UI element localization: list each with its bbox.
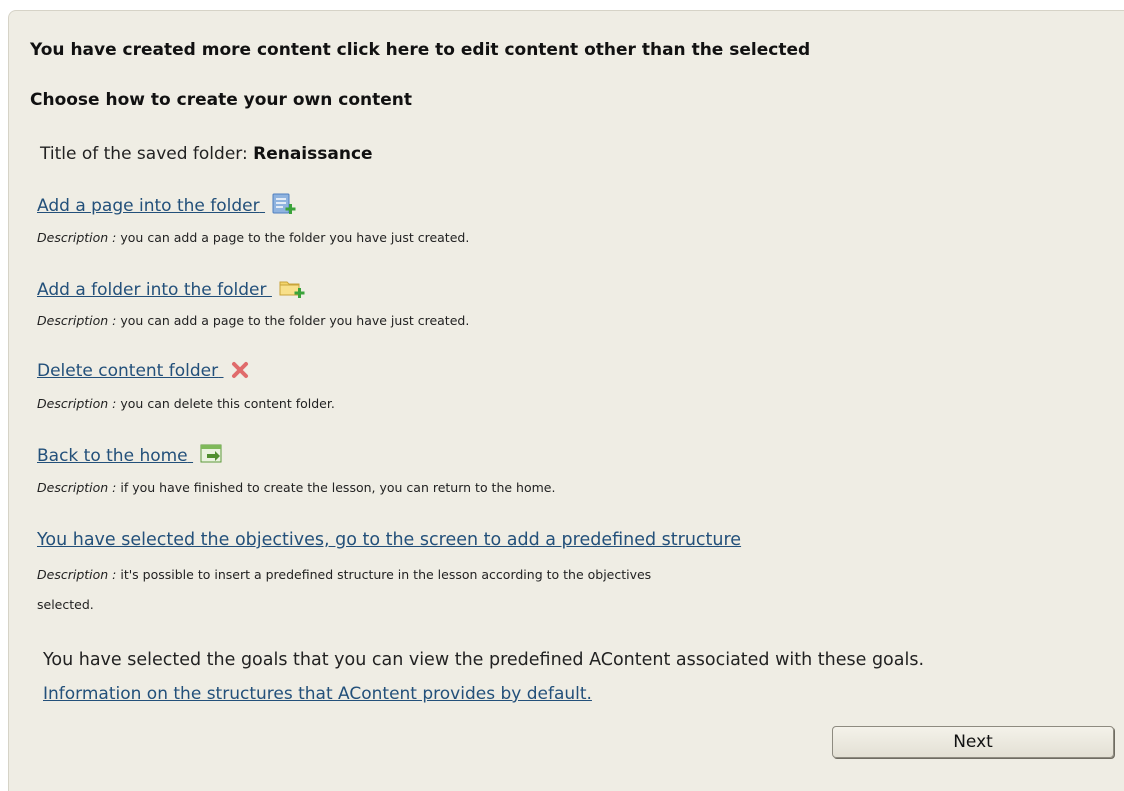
- back-home-description: Description : if you have finished to cr…: [37, 480, 556, 495]
- goals-note: You have selected the goals that you can…: [43, 650, 925, 670]
- saved-folder-title: Title of the saved folder: Renaissance: [40, 144, 373, 164]
- back-home-icon[interactable]: [199, 443, 227, 470]
- choose-content-heading: Choose how to create your own content: [30, 90, 412, 110]
- add-page-icon[interactable]: [271, 193, 297, 220]
- more-content-heading[interactable]: You have created more content click here…: [30, 40, 810, 60]
- predefined-structure-description-cont: selected.: [37, 597, 94, 612]
- delete-icon[interactable]: [230, 360, 252, 385]
- back-home-action: Back to the home: [37, 443, 227, 470]
- add-page-link[interactable]: Add a page into the folder: [37, 193, 297, 216]
- add-folder-link[interactable]: Add a folder into the folder: [37, 280, 306, 300]
- add-page-action: Add a page into the folder: [37, 193, 297, 220]
- predefined-structure-link[interactable]: You have selected the objectives, go to …: [37, 530, 741, 550]
- saved-folder-label: Title of the saved folder:: [40, 144, 248, 164]
- add-page-description: Description : you can add a page to the …: [37, 230, 470, 245]
- saved-folder-name: Renaissance: [253, 144, 373, 164]
- structures-info-link[interactable]: Information on the structures that ACont…: [43, 684, 592, 704]
- delete-folder-link[interactable]: Delete content folder: [37, 361, 252, 381]
- delete-folder-action: Delete content folder: [37, 360, 252, 385]
- info-link-wrap: Information on the structures that ACont…: [43, 684, 592, 704]
- next-button[interactable]: Next: [832, 726, 1114, 758]
- predefined-structure-description: Description : it's possible to insert a …: [37, 567, 652, 582]
- delete-folder-description: Description : you can delete this conten…: [37, 396, 335, 411]
- add-folder-action: Add a folder into the folder: [37, 277, 306, 304]
- back-home-link[interactable]: Back to the home: [37, 444, 227, 466]
- predefined-structure-action: You have selected the objectives, go to …: [37, 530, 741, 550]
- add-folder-icon[interactable]: [278, 277, 306, 304]
- add-folder-description: Description : you can add a page to the …: [37, 313, 470, 328]
